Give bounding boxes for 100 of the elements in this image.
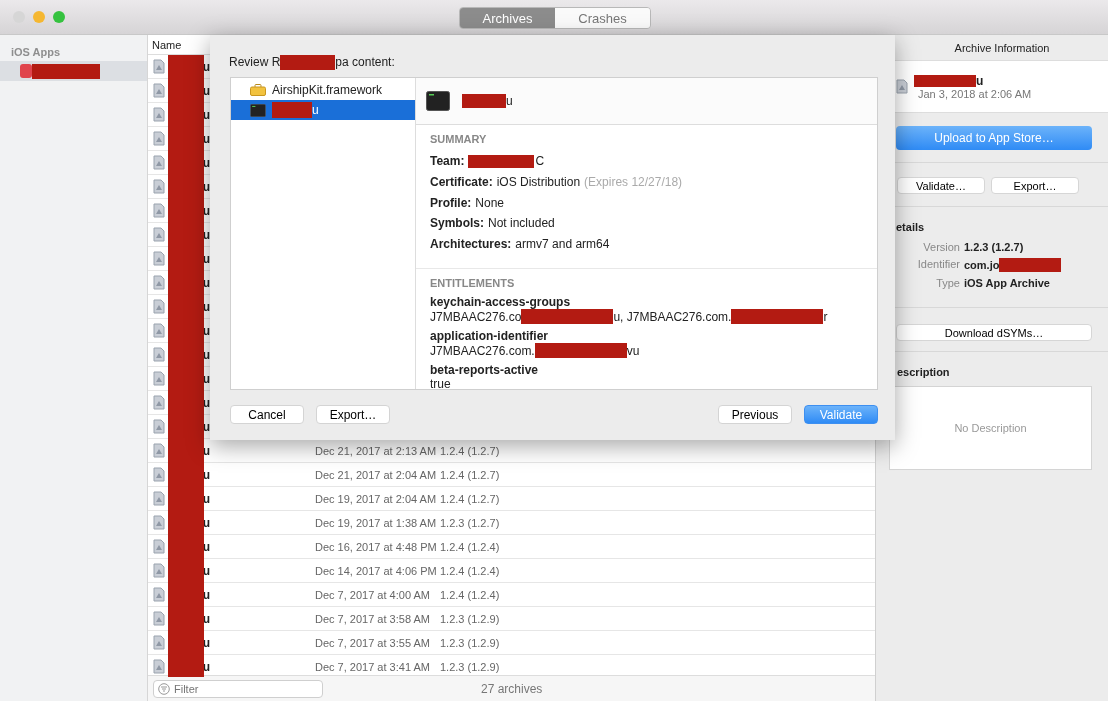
bundle-item-label: AirshipKit.framework xyxy=(272,83,383,97)
field-label: application-identifier xyxy=(430,329,549,344)
detail-label: Identifier xyxy=(916,258,960,272)
sidebar-item[interactable] xyxy=(0,61,147,81)
field-label: Team: xyxy=(430,154,465,169)
archive-version: 1.2.4 (1.2.7) xyxy=(440,492,500,505)
archive-name: u xyxy=(201,395,210,410)
archive-name: u xyxy=(201,275,210,290)
archive-icon xyxy=(153,371,165,386)
action-button[interactable]: Export… xyxy=(991,177,1079,194)
window-control-icon[interactable] xyxy=(33,11,45,23)
archive-version: 1.2.4 (1.2.7) xyxy=(440,444,500,457)
field-value: vu xyxy=(626,343,640,358)
dialog-button[interactable]: Previous xyxy=(718,405,792,424)
archive-name: u xyxy=(201,539,210,554)
field-value: u, J7MBAAC276.com. xyxy=(613,309,732,324)
archive-name: u xyxy=(201,371,210,386)
archive-name: u xyxy=(201,59,210,74)
archive-date: Dec 21, 2017 at 2:04 AM xyxy=(315,468,437,481)
description-placeholder: No Description xyxy=(954,422,1027,434)
archive-date: Dec 7, 2017 at 3:55 AM xyxy=(315,636,431,649)
archive-icon xyxy=(153,395,165,410)
archive-name: u xyxy=(201,587,210,602)
archive-icon xyxy=(153,59,165,74)
archive-icon xyxy=(153,323,165,338)
archive-version: 1.2.3 (1.2.7) xyxy=(440,516,500,529)
sheet-title: pa content: xyxy=(335,55,395,69)
archive-icon xyxy=(896,79,908,94)
archive-icon xyxy=(153,299,165,314)
archive-version: 1.2.4 (1.2.4) xyxy=(440,588,500,601)
archive-name: u xyxy=(201,635,210,650)
action-button[interactable]: Validate… xyxy=(897,177,985,194)
archive-name: u xyxy=(201,443,210,458)
column-header[interactable]: Name xyxy=(148,38,182,51)
archive-icon xyxy=(153,443,165,458)
briefcase-icon xyxy=(250,84,266,96)
archive-date: Dec 7, 2017 at 4:00 AM xyxy=(315,588,431,601)
field-value: None xyxy=(475,195,505,210)
panel-title: Archive Information xyxy=(953,41,1050,54)
archive-icon xyxy=(153,347,165,362)
archive-version: 1.2.4 (1.2.4) xyxy=(440,564,500,577)
archive-date: Dec 19, 2017 at 2:04 AM xyxy=(315,492,437,505)
segment-tab[interactable]: Crashes xyxy=(555,8,650,28)
download-button[interactable]: Download dSYMs… xyxy=(896,324,1092,341)
archive-icon xyxy=(153,179,165,194)
field-value: J7MBAAC276.co xyxy=(430,309,522,324)
archive-version: 1.2.4 (1.2.4) xyxy=(440,540,500,553)
archive-icon xyxy=(153,467,165,482)
archive-icon xyxy=(153,107,165,122)
detail-label: Version xyxy=(922,241,960,253)
field-label: Certificate: xyxy=(430,175,493,190)
field-value: r xyxy=(823,309,828,324)
field-value: iOS Distribution xyxy=(496,175,581,190)
field-label: Profile: xyxy=(430,195,472,210)
filter-field[interactable]: Filter xyxy=(153,679,323,698)
field-value: armv7 and arm64 xyxy=(515,237,610,252)
archive-name: u xyxy=(201,299,210,314)
archive-icon xyxy=(153,419,165,434)
bundle-item[interactable]: u xyxy=(231,100,415,120)
field-note: (Expires 12/27/18) xyxy=(584,175,683,190)
archive-name: u xyxy=(201,659,210,674)
archive-name: u xyxy=(976,73,984,88)
archive-name: u xyxy=(201,227,210,242)
archive-name: u xyxy=(201,131,210,146)
redaction-bar xyxy=(468,154,535,168)
redaction-bar xyxy=(999,258,1062,272)
field-value: J7MBAAC276.com. xyxy=(430,343,535,358)
dialog-button[interactable]: Cancel xyxy=(230,405,304,424)
archive-date: Dec 19, 2017 at 1:38 AM xyxy=(315,516,437,529)
archive-icon xyxy=(153,539,165,554)
window-control-icon[interactable] xyxy=(53,11,65,23)
archive-icon xyxy=(153,611,165,626)
app-icon xyxy=(20,64,32,78)
archive-name: u xyxy=(201,155,210,170)
detail-label: Type xyxy=(935,277,960,289)
sheet-title: Review R xyxy=(229,55,281,69)
section-header: etails xyxy=(896,220,926,233)
redaction-bar xyxy=(462,94,506,108)
archive-icon xyxy=(153,227,165,242)
field-value: Not included xyxy=(488,216,555,231)
field-label: beta-reports-active xyxy=(430,363,540,378)
archive-name: u xyxy=(201,419,210,434)
archive-icon xyxy=(153,83,165,98)
field-label: Architectures: xyxy=(430,237,512,252)
redaction-bar xyxy=(914,74,976,87)
archive-count: 27 archives xyxy=(481,681,543,696)
dialog-button[interactable]: Export… xyxy=(316,405,390,424)
archive-icon xyxy=(153,155,165,170)
archive-icon xyxy=(153,635,165,650)
field-label: Symbols: xyxy=(430,216,484,231)
archive-icon xyxy=(153,251,165,266)
archive-name: u xyxy=(201,563,210,578)
archive-version: 1.2.4 (1.2.7) xyxy=(440,468,500,481)
bundle-item-label: u xyxy=(312,103,319,117)
archive-icon xyxy=(153,491,165,506)
archive-date: Dec 7, 2017 at 3:58 AM xyxy=(315,612,431,625)
archive-icon xyxy=(153,275,165,290)
bundle-item[interactable]: AirshipKit.framework xyxy=(231,80,415,100)
field-label: keychain-access-groups xyxy=(430,295,572,310)
section-header: ENTITLEMENTS xyxy=(430,277,516,290)
